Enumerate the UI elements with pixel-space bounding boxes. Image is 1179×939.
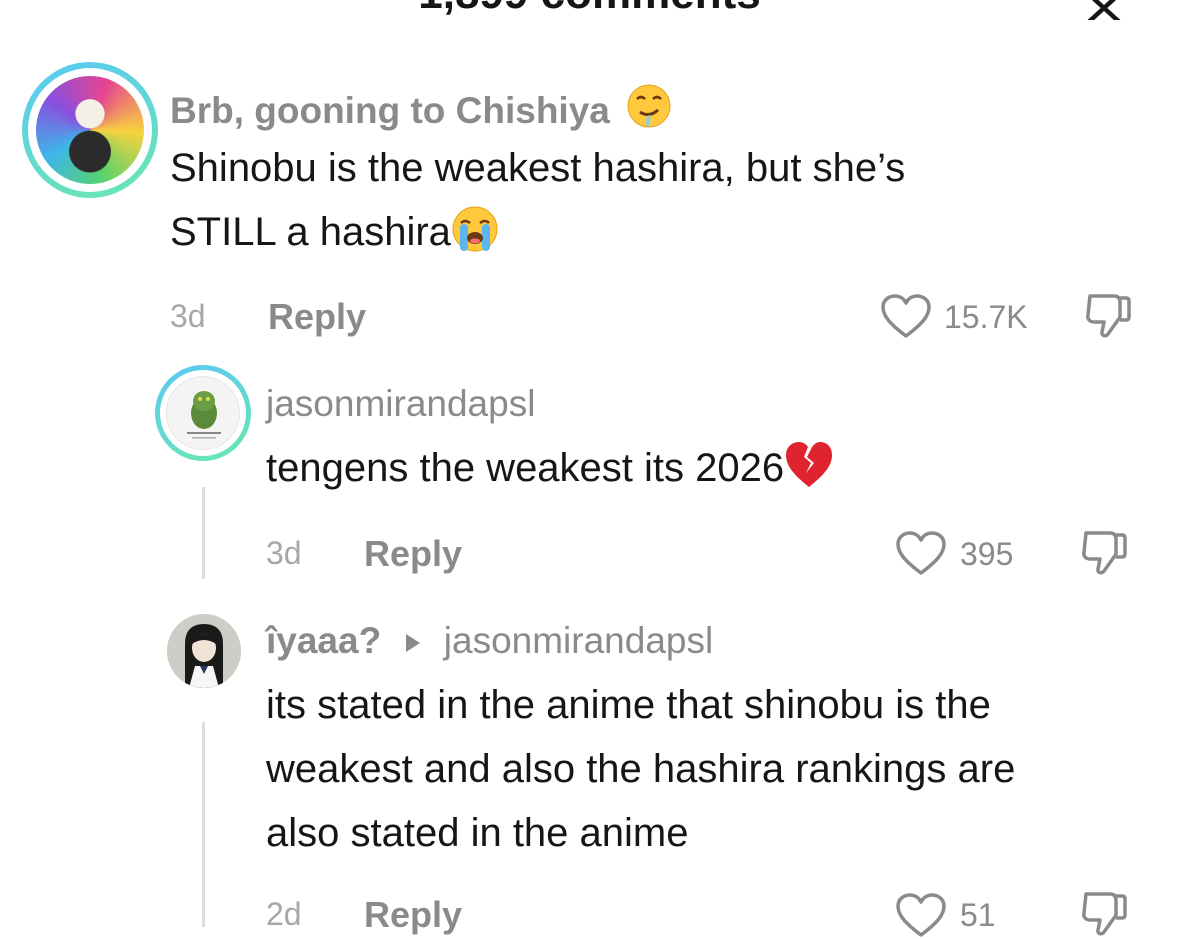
comment-text-line: Shinobu is the weakest hashira, but she’…: [170, 146, 906, 190]
comment-text-line: STILL a hashira: [170, 200, 905, 264]
loudly-crying-face-icon: [452, 206, 498, 252]
reply-button[interactable]: Reply: [268, 296, 366, 338]
comment-timestamp: 3d: [170, 298, 206, 334]
comment-text: Shinobu is the weakest hashira, but she’…: [170, 136, 905, 264]
comment-text: tengens the weakest its 2026: [266, 436, 834, 500]
comment-text: its stated in the anime that shinobu is …: [266, 673, 1015, 865]
comment-username[interactable]: Brb, gooning to Chishiya: [170, 83, 672, 132]
comment-username[interactable]: îyaaa?: [266, 620, 381, 661]
avatar-story-ring[interactable]: [22, 62, 158, 198]
broken-heart-icon: [786, 442, 833, 487]
comment-username-line: îyaaa? jasonmirandapsl: [266, 620, 713, 662]
like-heart-icon[interactable]: [880, 294, 932, 340]
comment-text-line: also stated in the anime: [266, 811, 689, 855]
avatar: [36, 76, 144, 184]
reply-arrow-icon: [406, 634, 421, 652]
comment-timestamp: 3d: [266, 535, 302, 571]
comments-count-title: 1,899 comments: [0, 0, 1179, 19]
grinch-figure-icon: [187, 391, 221, 439]
reply-to-username[interactable]: jasonmirandapsl: [444, 620, 713, 661]
like-heart-icon[interactable]: [895, 893, 947, 939]
reply-button[interactable]: Reply: [364, 894, 462, 936]
dislike-icon[interactable]: [1080, 890, 1128, 938]
avatar: [166, 376, 240, 450]
like-count: 15.7K: [944, 299, 1028, 335]
comment-text-line: its stated in the anime that shinobu is …: [266, 683, 991, 727]
comment-text-line: weakest and also the hashira rankings ar…: [266, 747, 1016, 791]
anime-girl-portrait-icon: [167, 614, 241, 688]
like-count: 51: [960, 897, 996, 933]
like-heart-icon[interactable]: [895, 531, 947, 577]
avatar-story-ring[interactable]: [155, 365, 251, 461]
dislike-icon[interactable]: [1084, 292, 1132, 340]
close-icon[interactable]: [1076, 0, 1126, 20]
comment-username[interactable]: jasonmirandapsl: [266, 383, 535, 425]
dislike-icon[interactable]: [1080, 529, 1128, 577]
thread-line: [202, 487, 205, 579]
drooling-face-icon: [627, 84, 671, 128]
comment-timestamp: 2d: [266, 896, 302, 932]
like-count: 395: [960, 536, 1014, 572]
thread-line: [202, 722, 205, 927]
avatar[interactable]: [167, 614, 241, 688]
reply-button[interactable]: Reply: [364, 533, 462, 575]
